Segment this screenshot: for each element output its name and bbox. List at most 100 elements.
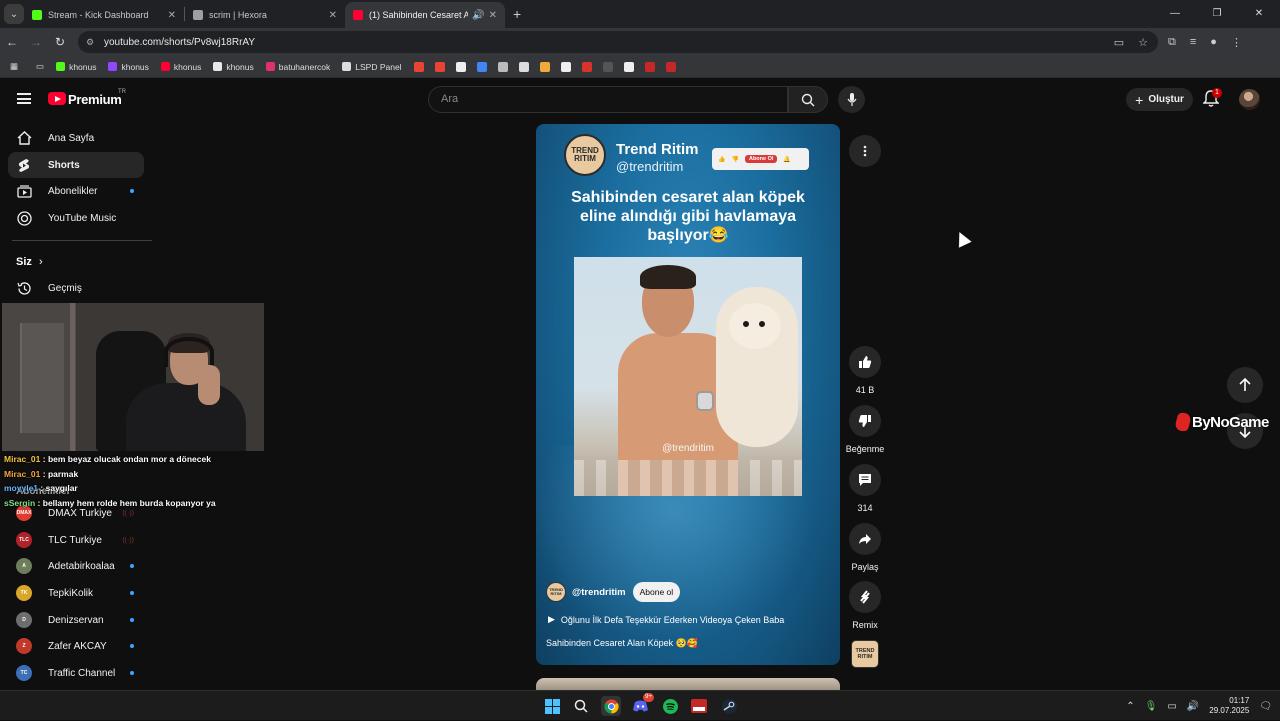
bookmark-site-icon[interactable] (497, 61, 508, 72)
youtube-icon (160, 62, 170, 71)
video-title: Sahibinden Cesaret Alan Köpek 🥺🥰 (546, 638, 699, 648)
bookmark-item[interactable]: khonus (56, 62, 96, 72)
speaker-icon[interactable]: 🔊 (472, 10, 484, 21)
sidebar-item-home[interactable]: Ana Sayfa (8, 125, 144, 151)
search-icon[interactable] (571, 696, 591, 716)
menu-icon[interactable]: ⋮ (1231, 36, 1242, 49)
bookmark-site-icon[interactable] (518, 61, 529, 72)
man-hair (640, 265, 696, 289)
bookmark-site-icon[interactable] (539, 61, 550, 72)
close-window-button[interactable]: ✕ (1238, 0, 1280, 28)
channel-item-traffic-channel[interactable]: TC Traffic Channel (8, 660, 144, 686)
bookmark-gmail-icon[interactable] (413, 61, 424, 72)
sound-channel-avatar[interactable]: TREND RITIM (851, 640, 879, 668)
tab-hexora[interactable]: scrim | Hexora ✕ (185, 2, 345, 28)
comments-button[interactable] (849, 464, 881, 496)
apps-icon[interactable]: ▦ (10, 61, 18, 72)
bookmark-site-icon[interactable] (455, 61, 466, 72)
tab-kick-dashboard[interactable]: Stream - Kick Dashboard ✕ (24, 2, 184, 28)
volume-icon[interactable]: 🔊 (1187, 701, 1199, 712)
url-bar[interactable]: ⚙ youtube.com/shorts/Pv8wj18RrAY ▭ ☆ (78, 31, 1158, 53)
video-watermark: @trendritim (662, 443, 714, 454)
bookmark-site-icon[interactable] (581, 61, 592, 72)
forward-button[interactable]: → (24, 35, 48, 49)
channel-item-denizservan[interactable]: D Denizservan (8, 607, 144, 633)
bookmark-item[interactable]: khonus (160, 62, 201, 72)
chevron-up-icon[interactable]: ⌃ (1126, 701, 1134, 712)
tab-youtube-short[interactable]: (1) Sahibinden Cesaret Alan 🔊 ✕ (345, 2, 505, 28)
profile-icon[interactable]: ● (1210, 36, 1217, 49)
video-song-row[interactable]: ▶ Oğlunu İlk Defa Teşekkür Ederken Video… (548, 614, 784, 625)
youtube-brand[interactable]: Premium (68, 92, 122, 107)
mic-icon[interactable]: 🎙 (1145, 701, 1158, 712)
chrome-icon[interactable] (601, 696, 621, 716)
media-app-icon[interactable] (689, 696, 709, 716)
close-icon[interactable]: ✕ (489, 10, 497, 21)
media-icon[interactable]: ≡ (1190, 36, 1196, 49)
sidebar-item-shorts[interactable]: Shorts (8, 152, 144, 178)
channel-item-tlc[interactable]: TLC TLC Turkiye ((·)) (8, 527, 144, 553)
bookmark-site-icon[interactable] (560, 61, 571, 72)
bookmark-item[interactable]: batuhanercok (265, 62, 330, 72)
dislike-button[interactable] (849, 405, 881, 437)
spotify-icon[interactable] (660, 696, 680, 716)
windows-start-icon[interactable] (542, 696, 562, 716)
channel-avatar: Z (16, 638, 32, 654)
share-button[interactable] (849, 523, 881, 555)
sidebar-item-subscriptions[interactable]: Abonelikler (8, 178, 144, 204)
search-button[interactable] (788, 86, 828, 113)
you-section-header[interactable]: Siz › (16, 256, 43, 268)
like-button[interactable] (849, 346, 881, 378)
more-options-button[interactable] (849, 135, 881, 167)
network-icon[interactable]: ▭ (1167, 701, 1176, 712)
steam-icon[interactable] (719, 696, 739, 716)
youtube-logo-icon[interactable] (48, 92, 66, 105)
remix-button[interactable] (849, 581, 881, 613)
discord-icon[interactable]: 9+ (630, 693, 654, 716)
notifications-icon[interactable]: 🗨 (1259, 701, 1272, 712)
bookmark-item[interactable]: LSPD Panel (342, 62, 402, 72)
taskbar-clock[interactable]: 01:17 29.07.2025 (1209, 696, 1249, 716)
new-content-dot (130, 644, 134, 648)
subscribe-button[interactable]: Abone ol (632, 582, 681, 602)
bookmark-site-icon[interactable] (476, 61, 487, 72)
bookmark-item[interactable]: khonus (213, 62, 254, 72)
menu-hamburger-icon[interactable] (17, 93, 31, 104)
bookmark-site-icon[interactable] (665, 61, 676, 72)
folder-icon[interactable]: ▭ (36, 61, 44, 72)
create-label: Oluştur (1148, 94, 1184, 105)
channel-item-tepkikolik[interactable]: TK TepkiKolik (8, 580, 144, 606)
channel-item-adetabirkoalaa[interactable]: A Adetabirkoalaa (8, 553, 144, 579)
back-button[interactable]: ← (0, 35, 24, 49)
thumbs-down-icon (858, 415, 871, 427)
restore-button[interactable]: ❐ (1196, 0, 1238, 28)
previous-short-button[interactable] (1227, 367, 1263, 403)
close-icon[interactable]: ✕ (168, 10, 176, 21)
reload-button[interactable]: ↻ (48, 35, 72, 49)
bookmark-site-icon[interactable] (644, 61, 655, 72)
minimize-button[interactable]: — (1154, 0, 1196, 28)
close-icon[interactable]: ✕ (329, 10, 337, 21)
bookmark-site-icon[interactable] (602, 61, 613, 72)
shorts-video-player[interactable]: TREND RITIM Trend Ritim @trendritim 👍 👎 … (536, 124, 840, 665)
sidebar-item-history[interactable]: Geçmiş (8, 275, 144, 301)
new-tab-button[interactable]: + (513, 6, 521, 22)
create-button[interactable]: + Oluştur (1126, 88, 1193, 111)
bookmark-star-icon[interactable]: ☆ (1138, 36, 1148, 49)
search-input[interactable]: Ara (428, 86, 788, 113)
bookmark-item[interactable]: khonus (108, 62, 149, 72)
channel-avatar[interactable]: TREND RITIM (546, 582, 566, 602)
cast-icon[interactable]: ▭ (1114, 36, 1124, 49)
tab-search-menu[interactable]: ⌄ (4, 4, 24, 24)
account-avatar[interactable] (1239, 89, 1260, 110)
voice-search-button[interactable] (838, 86, 865, 113)
channel-name[interactable]: @trendritim (572, 587, 626, 598)
bookmark-site-icon[interactable] (623, 61, 634, 72)
next-short-preview[interactable] (536, 678, 840, 690)
extensions-icon[interactable]: ⧉ (1168, 36, 1176, 49)
sidebar-item-youtube-music[interactable]: YouTube Music (8, 205, 144, 231)
bookmark-gmail-icon[interactable] (434, 61, 445, 72)
chat-message: sSergin : bellamy hem rolde hem burda ko… (4, 497, 216, 508)
channel-item-zafer-akcay[interactable]: Z Zafer AKCAY (8, 633, 144, 659)
site-info-icon[interactable]: ⚙ (86, 37, 96, 47)
